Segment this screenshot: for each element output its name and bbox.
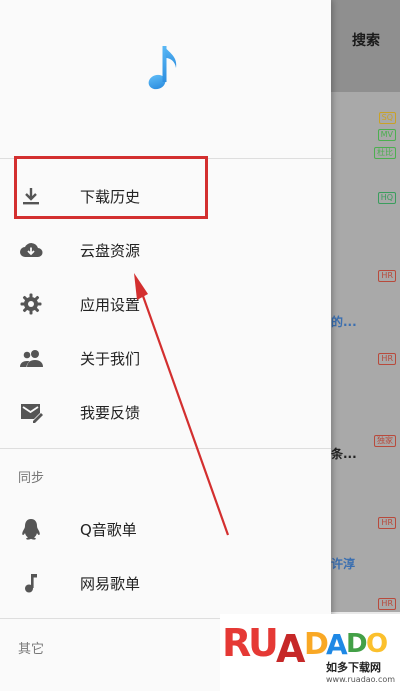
search-button[interactable]: 搜索 [352, 30, 380, 50]
quality-tag: 杜比 [374, 147, 396, 159]
watermark: R U A D A D O 如多下载网 www.ruadao.com [220, 614, 400, 691]
qq-penguin-icon [22, 519, 40, 540]
section-title-sync: 同步 [18, 471, 45, 486]
menu-item-feedback[interactable]: 我要反馈 [0, 385, 331, 439]
watermark-url: www.ruadao.com [326, 675, 396, 684]
menu-item-label: Q音歌单 [80, 521, 137, 539]
menu-item-about-us[interactable]: 关于我们 [0, 331, 331, 385]
song-title-fragment: 的... [331, 315, 357, 329]
divider [0, 448, 331, 449]
quality-tag: HQ [377, 192, 396, 204]
svg-text:U: U [248, 621, 279, 665]
menu-item-cloud-resources[interactable]: 云盘资源 [0, 223, 331, 277]
watermark-subtitle: 如多下载网 [326, 661, 381, 674]
quality-tag: 独家 [374, 435, 396, 447]
quality-tag: HR [378, 598, 396, 610]
menu-item-app-settings[interactable]: 应用设置 [0, 277, 331, 331]
section-title-other: 其它 [18, 642, 45, 657]
music-note-logo-icon [148, 46, 177, 90]
menu-item-label: 网易歌单 [80, 575, 141, 593]
quality-tag: HR [378, 517, 396, 529]
svg-text:A: A [276, 627, 306, 671]
navigation-drawer: 下载历史 云盘资源 应用设置 关于我们 我要反馈 同步 Q音歌单 网易歌单 其它 [0, 0, 331, 691]
menu-item-netease-playlist[interactable]: 网易歌单 [0, 556, 331, 610]
menu-item-label: 应用设置 [80, 296, 141, 314]
quality-tag: HR [378, 353, 396, 365]
svg-text:D: D [346, 629, 368, 659]
song-title-fragment: 许淳 [331, 557, 356, 571]
cloud-download-icon [20, 243, 43, 257]
menu-item-label: 云盘资源 [80, 242, 141, 260]
svg-text:A: A [326, 628, 348, 661]
menu-item-label: 我要反馈 [80, 404, 141, 422]
menu-item-label: 关于我们 [80, 350, 141, 368]
people-icon [20, 350, 43, 367]
song-title-fragment: 条... [331, 447, 357, 461]
background-song-list: SQ MV 杜比 HQ HR HR 独家 HR HR [330, 92, 400, 612]
quality-tag: HR [378, 270, 396, 282]
quality-tag: SQ [378, 112, 396, 124]
annotation-highlight-box [14, 156, 208, 219]
quality-tag: MV [377, 129, 396, 141]
feedback-icon [21, 404, 43, 423]
svg-text:O: O [366, 629, 388, 659]
svg-text:R: R [222, 621, 251, 665]
music-note-icon [25, 574, 37, 593]
gear-icon [20, 293, 42, 315]
menu-item-qq-playlist[interactable]: Q音歌单 [0, 502, 331, 556]
